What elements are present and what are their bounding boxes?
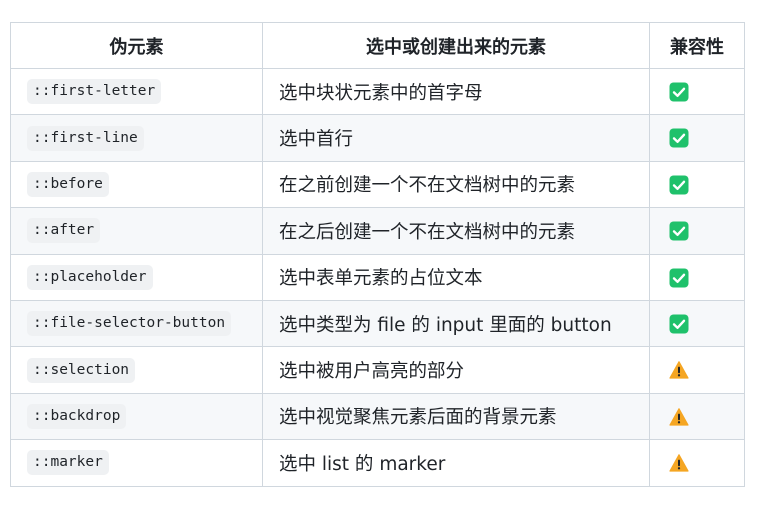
- pseudo-element-cell: ::before: [10, 160, 263, 209]
- table-row: ::after 在之后创建一个不在文档树中的元素: [10, 207, 745, 255]
- description-cell: 选中 list 的 marker: [262, 439, 650, 487]
- compatibility-cell: [649, 207, 745, 255]
- table-row: ::first-letter 选中块状元素中的首字母: [10, 67, 745, 116]
- warning-icon: [669, 407, 689, 427]
- compatibility-cell: [649, 114, 745, 162]
- check-mark-button-icon: [669, 268, 689, 288]
- pseudo-element-cell: ::after: [10, 207, 263, 255]
- pseudo-element-code: ::placeholder: [27, 264, 153, 290]
- description-cell: 选中表单元素的占位文本: [262, 253, 650, 301]
- warning-icon: [669, 453, 689, 473]
- header-selected-element: 选中或创建出来的元素: [262, 22, 650, 69]
- page: 伪元素 选中或创建出来的元素 兼容性 ::first-letter 选中块状元素中…: [0, 0, 769, 509]
- table-row: ::before 在之前创建一个不在文档树中的元素: [10, 160, 745, 209]
- compatibility-cell: [649, 253, 745, 301]
- compatibility-cell: [649, 67, 745, 116]
- description-cell: 在之前创建一个不在文档树中的元素: [262, 160, 650, 209]
- table-row: ::file-selector-button 选中类型为 file 的 input…: [10, 299, 745, 348]
- table-row: ::backdrop 选中视觉聚焦元素后面的背景元素: [10, 392, 745, 441]
- description-cell: 选中首行: [262, 114, 650, 162]
- check-mark-button-icon: [669, 128, 689, 148]
- pseudo-element-table: 伪元素 选中或创建出来的元素 兼容性 ::first-letter 选中块状元素中…: [10, 22, 745, 487]
- pseudo-element-code: ::marker: [27, 450, 109, 476]
- compatibility-cell: [649, 439, 745, 487]
- description-cell: 选中被用户高亮的部分: [262, 346, 650, 394]
- compatibility-cell: [649, 346, 745, 394]
- description-cell: 选中块状元素中的首字母: [262, 67, 650, 116]
- check-mark-button-icon: [669, 221, 689, 241]
- compatibility-cell: [649, 299, 745, 348]
- pseudo-element-cell: ::backdrop: [10, 392, 263, 441]
- pseudo-element-cell: ::selection: [10, 346, 263, 394]
- pseudo-element-code: ::selection: [27, 357, 136, 383]
- pseudo-element-code: ::first-letter: [27, 79, 162, 105]
- table-row: ::marker 选中 list 的 marker: [10, 439, 745, 487]
- pseudo-element-cell: ::marker: [10, 439, 263, 487]
- pseudo-element-cell: ::first-line: [10, 114, 263, 162]
- check-mark-button-icon: [669, 82, 689, 102]
- warning-icon: [669, 360, 689, 380]
- check-mark-button-icon: [669, 314, 689, 334]
- table-row: ::first-line 选中首行: [10, 114, 745, 162]
- table-header-row: 伪元素 选中或创建出来的元素 兼容性: [10, 22, 745, 69]
- pseudo-element-code: ::after: [27, 218, 101, 244]
- pseudo-element-code: ::before: [27, 171, 109, 197]
- compatibility-cell: [649, 392, 745, 441]
- description-cell: 选中类型为 file 的 input 里面的 button: [262, 299, 650, 348]
- pseudo-element-cell: ::placeholder: [10, 253, 263, 301]
- table-row: ::placeholder 选中表单元素的占位文本: [10, 253, 745, 301]
- pseudo-element-cell: ::first-letter: [10, 67, 263, 116]
- compatibility-cell: [649, 160, 745, 209]
- header-pseudo-element: 伪元素: [10, 22, 263, 69]
- description-cell: 选中视觉聚焦元素后面的背景元素: [262, 392, 650, 441]
- pseudo-element-code: ::file-selector-button: [27, 311, 232, 337]
- pseudo-element-code: ::first-line: [27, 125, 144, 151]
- check-mark-button-icon: [669, 175, 689, 195]
- header-compatibility: 兼容性: [649, 22, 745, 69]
- pseudo-element-cell: ::file-selector-button: [10, 299, 263, 348]
- pseudo-element-code: ::backdrop: [27, 403, 127, 429]
- table-row: ::selection 选中被用户高亮的部分: [10, 346, 745, 394]
- description-cell: 在之后创建一个不在文档树中的元素: [262, 207, 650, 255]
